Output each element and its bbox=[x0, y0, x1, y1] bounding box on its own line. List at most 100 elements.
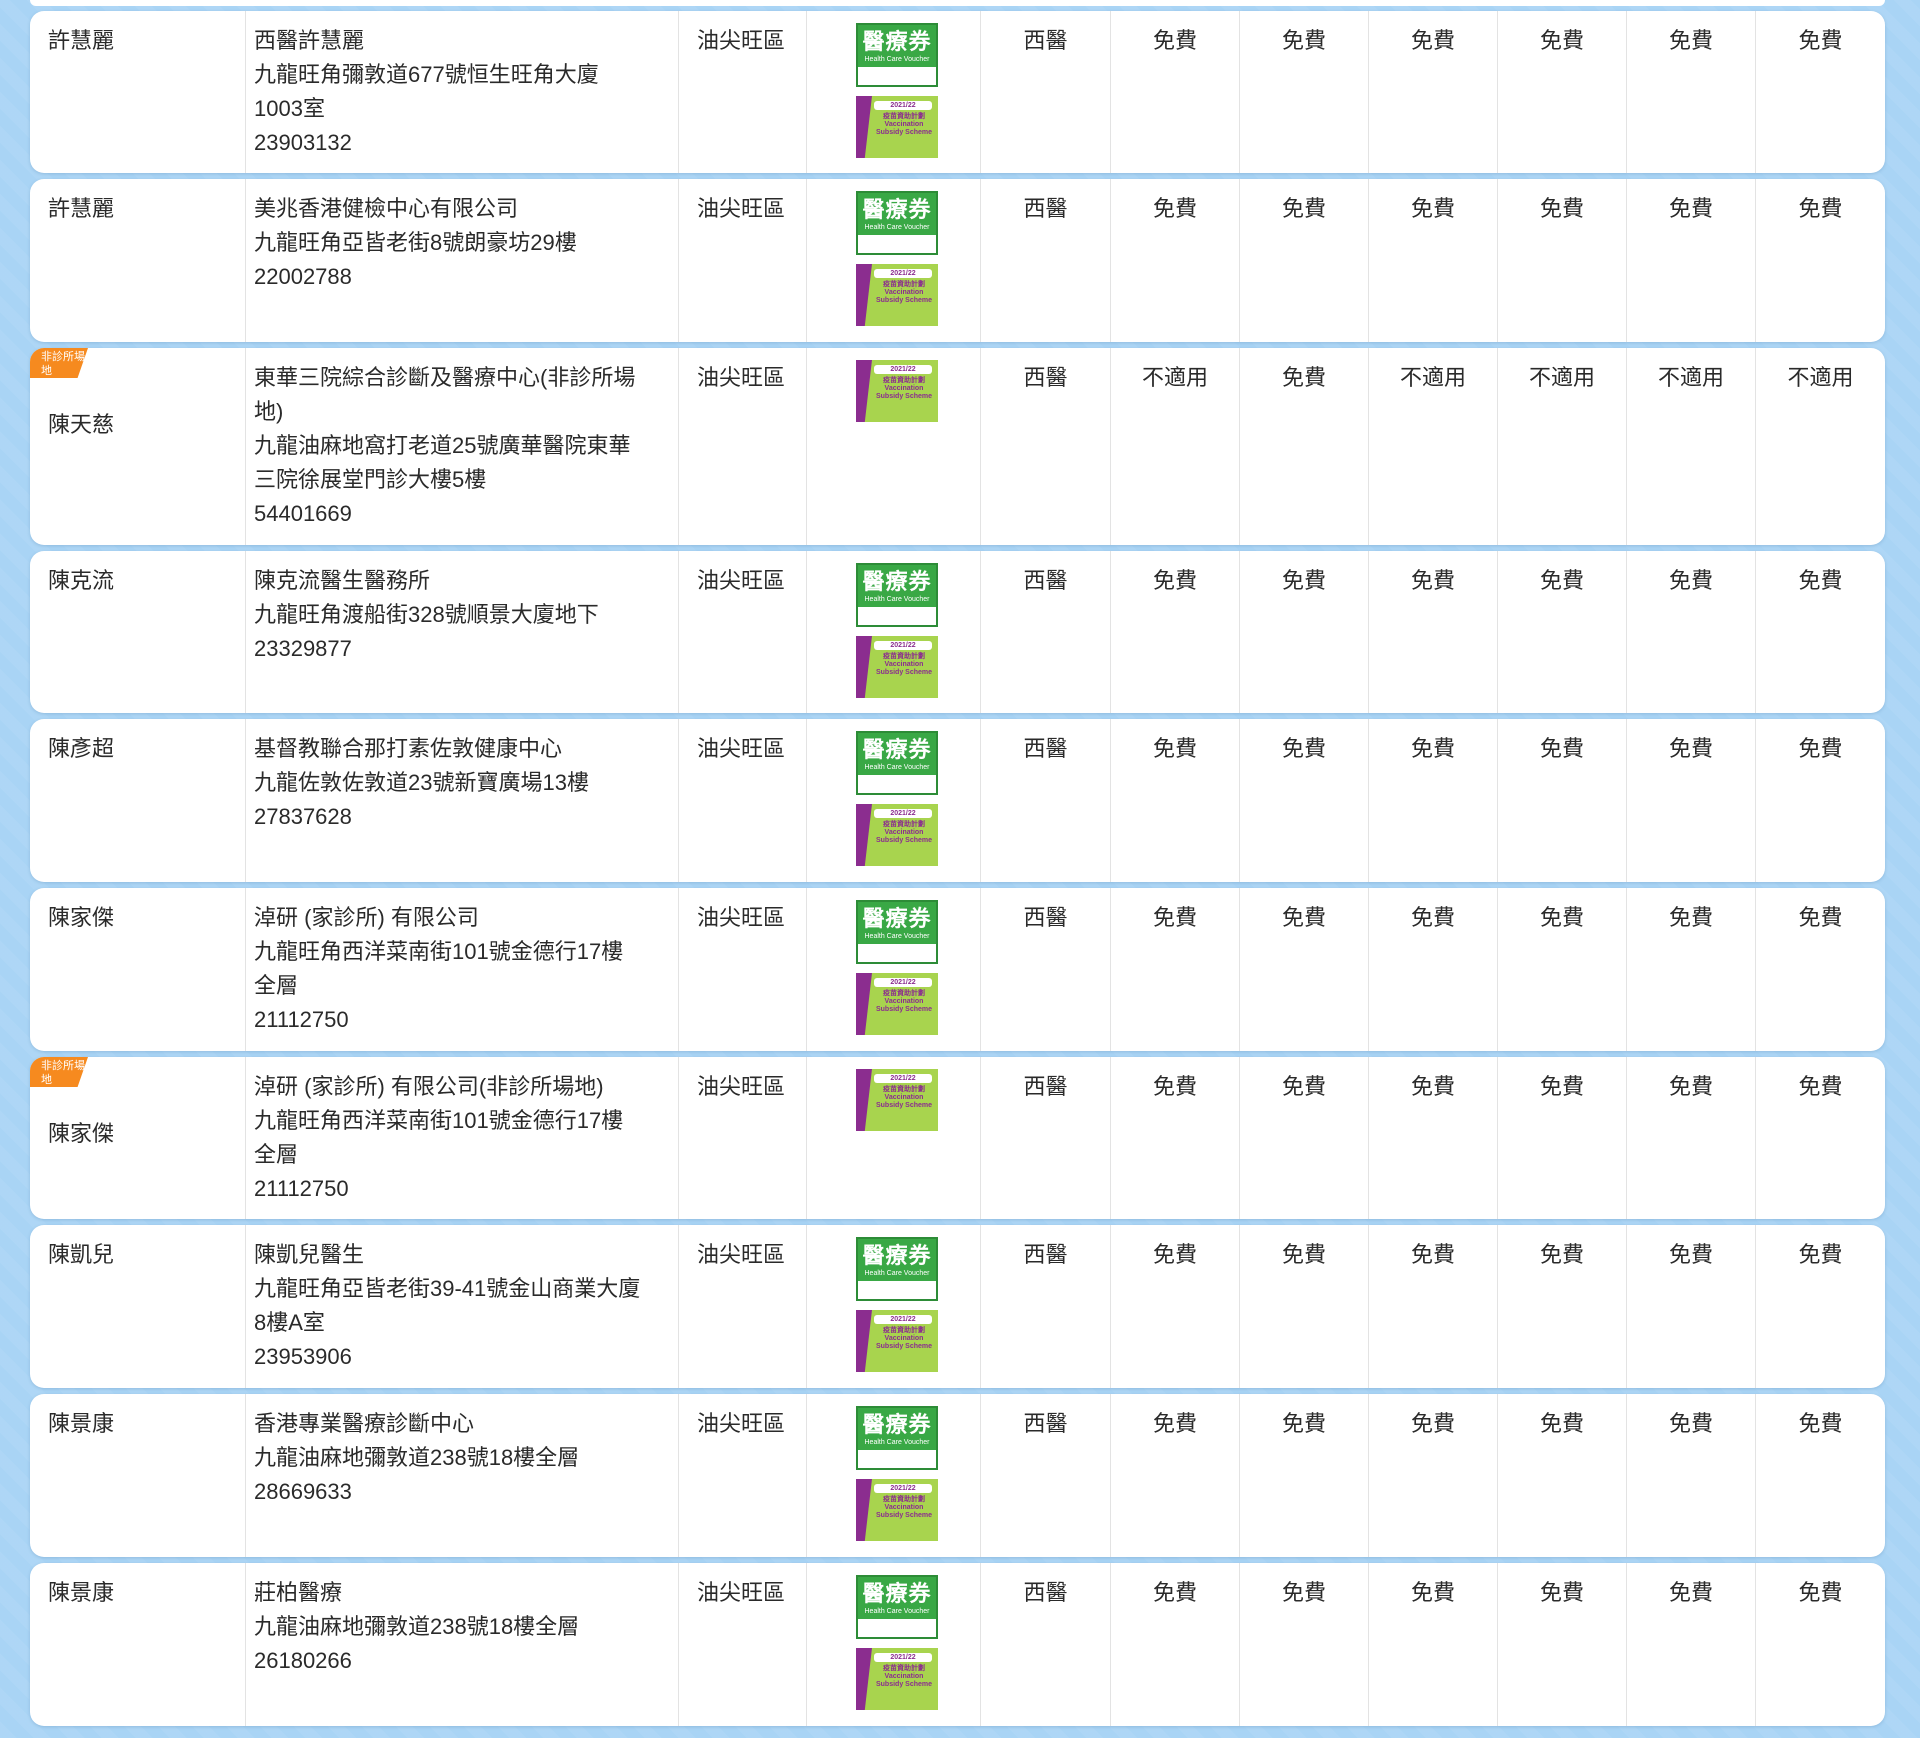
clinic-address-line: 九龍油麻地彌敦道238號18樓全層 bbox=[254, 1445, 580, 1470]
vaccination-subsidy-scheme-logo: 2021/22 疫苗資助計劃 Vaccination Subsidy Scheme bbox=[856, 1310, 938, 1372]
table-row[interactable]: 陳家傑 淖研 (家診所) 有限公司 九龍旺角西洋菜南街101號金德行17樓 全層 211… bbox=[30, 888, 1885, 1051]
fee-cell: 免費 bbox=[1110, 888, 1239, 1051]
fee-cell: 免費 bbox=[1497, 1394, 1626, 1557]
health-care-voucher-logo: 醫療券 Health Care Voucher bbox=[856, 191, 938, 255]
table-row[interactable]: 陳景康 莊柏醫療 九龍油麻地彌敦道238號18樓全層 26180266 油尖旺區 醫療券… bbox=[30, 1563, 1885, 1726]
fee-cell: 免費 bbox=[1755, 11, 1885, 173]
practitioner-type: 西醫 bbox=[980, 888, 1110, 1051]
scheme-logos: 醫療券 Health Care Voucher 2021/22 疫苗資助計劃 Va… bbox=[806, 1225, 980, 1388]
table-row[interactable]: 陳克流 陳克流醫生醫務所九龍旺角渡船街328號順景大廈地下 23329877 油尖旺區… bbox=[30, 551, 1885, 713]
practitioner-type: 西醫 bbox=[980, 1225, 1110, 1388]
fee-cell: 免費 bbox=[1626, 888, 1755, 1051]
vaccination-subsidy-scheme-logo: 2021/22 疫苗資助計劃 Vaccination Subsidy Scheme bbox=[856, 1648, 938, 1710]
fee-cell: 免費 bbox=[1497, 551, 1626, 713]
vaccination-subsidy-scheme-logo: 2021/22 疫苗資助計劃 Vaccination Subsidy Scheme bbox=[856, 1069, 938, 1131]
vaccination-subsidy-scheme-logo: 2021/22 疫苗資助計劃 Vaccination Subsidy Scheme bbox=[856, 1479, 938, 1541]
fee-cell: 免費 bbox=[1110, 1057, 1239, 1219]
fee-cell: 免費 bbox=[1110, 551, 1239, 713]
fee-cell: 免費 bbox=[1239, 1057, 1368, 1219]
clinic-address-line: 九龍旺角西洋菜南街101號金德行17樓 bbox=[254, 1108, 624, 1133]
table-row[interactable]: 陳凱兒 陳凱兒醫生 九龍旺角亞皆老街39-41號金山商業大廈 8樓A室 23953906… bbox=[30, 1225, 1885, 1388]
health-care-voucher-logo: 醫療券 Health Care Voucher bbox=[856, 900, 938, 964]
doctor-name[interactable]: 陳家傑 bbox=[30, 888, 245, 1051]
fee-cell: 免費 bbox=[1110, 1394, 1239, 1557]
district: 油尖旺區 bbox=[678, 888, 806, 1051]
table-row[interactable]: 陳家傑 非診所場地 淖研 (家診所) 有限公司(非診所場地) 九龍旺角西洋菜南街101… bbox=[30, 1057, 1885, 1219]
clinic-address-line: 九龍旺角彌敦道677號恒生旺角大廈 bbox=[254, 62, 599, 87]
clinic-address-line: 全層 bbox=[254, 1142, 299, 1167]
doctor-name[interactable]: 陳景康 bbox=[30, 1394, 245, 1557]
vaccination-subsidy-scheme-logo: 2021/22 疫苗資助計劃 Vaccination Subsidy Scheme bbox=[856, 804, 938, 866]
clinic-phone: 27837628 bbox=[254, 804, 352, 829]
fee-cell: 免費 bbox=[1110, 719, 1239, 882]
practitioner-type: 西醫 bbox=[980, 719, 1110, 882]
fee-cell: 免費 bbox=[1755, 719, 1885, 882]
fee-cell: 免費 bbox=[1497, 11, 1626, 173]
clinic-address-line: 1003室 bbox=[254, 96, 325, 121]
clinic-phone: 23953906 bbox=[254, 1344, 352, 1369]
vaccination-subsidy-scheme-logo: 2021/22 疫苗資助計劃 Vaccination Subsidy Scheme bbox=[856, 360, 938, 422]
fee-cell: 免費 bbox=[1497, 719, 1626, 882]
health-care-voucher-logo: 醫療券 Health Care Voucher bbox=[856, 731, 938, 795]
health-care-voucher-logo: 醫療券 Health Care Voucher bbox=[856, 1575, 938, 1639]
clinic-address-line: 九龍佐敦佐敦道23號新寶廣場13樓 bbox=[254, 770, 589, 795]
fee-cell: 免費 bbox=[1368, 551, 1497, 713]
clinic-phone: 21112750 bbox=[254, 1176, 349, 1201]
scheme-logos: 醫療券 Health Care Voucher 2021/22 疫苗資助計劃 Va… bbox=[806, 1563, 980, 1726]
clinic-info: 陳克流醫生醫務所九龍旺角渡船街328號順景大廈地下 23329877 bbox=[245, 551, 678, 713]
clinic-phone: 23329877 bbox=[254, 636, 352, 661]
clinic-name: 淖研 (家診所) 有限公司(非診所場地) bbox=[254, 1074, 604, 1099]
clinic-phone: 23903132 bbox=[254, 130, 352, 155]
clinic-info: 莊柏醫療 九龍油麻地彌敦道238號18樓全層 26180266 bbox=[245, 1563, 678, 1726]
doctor-name[interactable]: 陳克流 bbox=[30, 551, 245, 713]
clinic-phone: 54401669 bbox=[254, 501, 352, 526]
fee-cell: 免費 bbox=[1239, 11, 1368, 173]
fee-cell: 不適用 bbox=[1626, 348, 1755, 545]
clinic-address-line: 九龍旺角渡船街328號順景大廈地下 bbox=[254, 602, 599, 627]
fee-cell: 免費 bbox=[1110, 1563, 1239, 1726]
scheme-logos: 醫療券 Health Care Voucher 2021/22 疫苗資助計劃 Va… bbox=[806, 888, 980, 1051]
clinic-name: 陳克流醫生醫務所 bbox=[254, 568, 431, 593]
fee-cell: 免費 bbox=[1755, 179, 1885, 342]
fee-cell: 免費 bbox=[1755, 551, 1885, 713]
clinic-name: 莊柏醫療 bbox=[254, 1580, 343, 1605]
clinic-phone: 26180266 bbox=[254, 1648, 352, 1673]
vaccination-subsidy-scheme-logo: 2021/22 疫苗資助計劃 Vaccination Subsidy Scheme bbox=[856, 96, 938, 158]
fee-cell: 免費 bbox=[1368, 1225, 1497, 1388]
clinic-info: 香港專業醫療診斷中心 九龍油麻地彌敦道238號18樓全層 28669633 bbox=[245, 1394, 678, 1557]
doctor-name[interactable]: 許慧麗 bbox=[30, 11, 245, 173]
doctor-name[interactable]: 陳凱兒 bbox=[30, 1225, 245, 1388]
practitioner-type: 西醫 bbox=[980, 348, 1110, 545]
doctor-name[interactable]: 許慧麗 bbox=[30, 179, 245, 342]
fee-cell: 免費 bbox=[1368, 719, 1497, 882]
fee-cell: 免費 bbox=[1755, 1394, 1885, 1557]
clinic-address-line: 九龍旺角亞皆老街39-41號金山商業大廈 bbox=[254, 1276, 641, 1301]
fee-cell: 免費 bbox=[1626, 11, 1755, 173]
table-row[interactable]: 陳天慈 非診所場地 東華三院綜合診斷及醫療中心(非診所場 地) 九龍油麻地窩打老道25號… bbox=[30, 348, 1885, 545]
table-row[interactable]: 許慧麗 美兆香港健檢中心有限公司 九龍旺角亞皆老街8號朗豪坊29樓 22002788 油… bbox=[30, 179, 1885, 342]
doctor-name[interactable]: 陳景康 bbox=[30, 1563, 245, 1726]
district: 油尖旺區 bbox=[678, 719, 806, 882]
fee-cell: 免費 bbox=[1626, 1057, 1755, 1219]
scheme-logos: 2021/22 疫苗資助計劃 Vaccination Subsidy Scheme bbox=[806, 348, 980, 545]
fee-cell: 免費 bbox=[1755, 1057, 1885, 1219]
table-row[interactable]: 陳彥超 基督教聯合那打素佐敦健康中心 九龍佐敦佐敦道23號新寶廣場13樓 278376… bbox=[30, 719, 1885, 882]
scheme-logos: 2021/22 疫苗資助計劃 Vaccination Subsidy Scheme bbox=[806, 1057, 980, 1219]
district: 油尖旺區 bbox=[678, 1563, 806, 1726]
scheme-logos: 醫療券 Health Care Voucher 2021/22 疫苗資助計劃 Va… bbox=[806, 551, 980, 713]
fee-cell: 免費 bbox=[1239, 348, 1368, 545]
fee-cell: 免費 bbox=[1239, 719, 1368, 882]
clinic-name: 西醫許慧麗 bbox=[254, 28, 365, 53]
district: 油尖旺區 bbox=[678, 1394, 806, 1557]
district: 油尖旺區 bbox=[678, 551, 806, 713]
doctor-name[interactable]: 陳彥超 bbox=[30, 719, 245, 882]
scheme-logos: 醫療券 Health Care Voucher 2021/22 疫苗資助計劃 Va… bbox=[806, 179, 980, 342]
health-care-voucher-logo: 醫療券 Health Care Voucher bbox=[856, 1406, 938, 1470]
clinic-name: 陳凱兒醫生 bbox=[254, 1242, 365, 1267]
fee-cell: 不適用 bbox=[1497, 348, 1626, 545]
table-row[interactable]: 陳景康 香港專業醫療診斷中心 九龍油麻地彌敦道238號18樓全層 28669633 油尖… bbox=[30, 1394, 1885, 1557]
clinic-address-line: 九龍旺角西洋菜南街101號金德行17樓 bbox=[254, 939, 624, 964]
table-row[interactable]: 許慧麗 西醫許慧麗 九龍旺角彌敦道677號恒生旺角大廈 1003室 23903132 油尖… bbox=[30, 11, 1885, 173]
health-care-voucher-logo: 醫療券 Health Care Voucher bbox=[856, 563, 938, 627]
clinic-info: 西醫許慧麗九龍旺角彌敦道677號恒生旺角大廈 1003室 23903132 bbox=[245, 11, 678, 173]
